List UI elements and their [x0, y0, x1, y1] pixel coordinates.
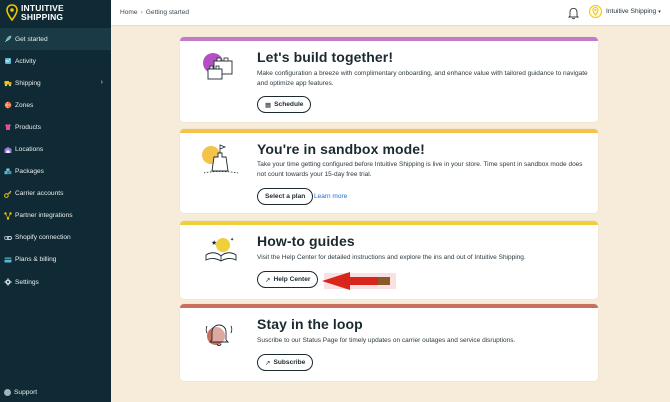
sidebar-item-label: Support — [14, 389, 38, 396]
card-title: How-to guides — [257, 233, 355, 249]
brand-logo[interactable]: INTUITIVE SHIPPING — [6, 4, 64, 22]
breadcrumb-home[interactable]: Home — [120, 9, 138, 16]
external-link-icon: ↗ — [265, 359, 271, 367]
avatar — [589, 5, 602, 18]
card-build-together: Let's build together! Make configuration… — [180, 37, 598, 122]
link-icon — [4, 235, 12, 240]
book-icon: ★ ✦ — [205, 237, 237, 262]
sidebar-nav: Get started Activity Shipping › Zones Pr… — [0, 28, 111, 293]
sidebar-item-label: Locations — [15, 146, 44, 154]
card-stripe — [180, 304, 598, 308]
sidebar-item-label: Products — [15, 123, 42, 131]
card-description: Suscribe to our Status Page for timely u… — [257, 337, 516, 344]
globe-icon — [4, 101, 12, 109]
card-stripe — [180, 129, 598, 133]
card-description: Take your time getting configured before… — [257, 161, 583, 178]
select-plan-button[interactable]: Select a plan — [257, 188, 314, 205]
bell-icon[interactable] — [567, 6, 580, 20]
sandcastle-icon — [202, 144, 239, 174]
sidebar-item-packages[interactable]: Packages — [0, 161, 111, 183]
sidebar-item-shopify-connection[interactable]: Shopify connection — [0, 227, 111, 249]
brand-name-line2: SHIPPING — [21, 12, 64, 22]
sidebar-item-products[interactable]: Products — [0, 116, 111, 138]
build-blocks-icon — [203, 53, 233, 80]
brand-name: INTUITIVE SHIPPING — [21, 4, 64, 22]
sidebar-item-label: Get started — [15, 35, 48, 43]
help-icon — [4, 389, 11, 396]
breadcrumb: Home › Getting started — [120, 9, 189, 16]
arrow-left-icon — [322, 272, 396, 290]
svg-text:✦: ✦ — [230, 237, 234, 243]
schedule-button[interactable]: ▦ Schedule — [257, 96, 312, 113]
sidebar-item-label: Settings — [15, 278, 39, 286]
chevron-right-icon: › — [100, 79, 103, 87]
button-label: Schedule — [274, 101, 304, 108]
network-icon — [4, 212, 12, 220]
card-stripe — [180, 37, 598, 41]
sidebar-item-partner-integrations[interactable]: Partner integrations — [0, 205, 111, 227]
sidebar-item-zones[interactable]: Zones — [0, 94, 111, 116]
subscribe-button[interactable]: ↗ Subscribe — [257, 354, 314, 371]
package-icon — [4, 168, 12, 174]
card-title: Let's build together! — [257, 49, 394, 65]
breadcrumb-separator-icon: › — [140, 9, 143, 16]
warehouse-icon — [4, 146, 12, 153]
card-stay-in-loop: Stay in the loop Suscribe to our Status … — [180, 304, 598, 381]
sidebar-item-activity[interactable]: Activity — [0, 50, 111, 72]
card-description: Make configuration a breeze with complim… — [257, 70, 588, 87]
card-title: You're in sandbox mode! — [257, 141, 425, 157]
sidebar-item-label: Shipping — [15, 79, 41, 87]
key-icon — [4, 190, 12, 198]
account-name: Intuitive Shipping — [606, 8, 657, 15]
sidebar-item-label: Plans & billing — [15, 256, 57, 264]
sidebar-item-label: Carrier accounts — [15, 190, 64, 198]
card-description: Visit the Help Center for detailed instr… — [257, 254, 526, 261]
button-label: Subscribe — [273, 359, 306, 366]
card-stripe — [180, 221, 598, 225]
button-label: Select a plan — [265, 193, 306, 200]
help-center-button[interactable]: ↗ Help Center — [257, 271, 319, 288]
sidebar-item-label: Partner integrations — [15, 212, 73, 220]
sidebar-item-settings[interactable]: Settings — [0, 271, 111, 293]
sidebar-item-label: Zones — [15, 101, 34, 109]
location-pin-icon — [6, 4, 18, 22]
top-bar: Home › Getting started Intuitive Shipping … — [111, 0, 670, 26]
sidebar-item-locations[interactable]: Locations — [0, 138, 111, 160]
location-pin-icon — [592, 7, 599, 16]
svg-text:★: ★ — [211, 239, 217, 247]
card-sandbox-mode: You're in sandbox mode! Take your time g… — [180, 129, 598, 213]
learn-more-link[interactable]: Learn more — [314, 193, 347, 200]
activity-icon — [5, 58, 11, 65]
sidebar-item-get-started[interactable]: Get started — [0, 28, 111, 51]
caret-down-icon: ▾ — [658, 8, 661, 15]
sidebar-item-shipping[interactable]: Shipping › — [0, 72, 111, 94]
breadcrumb-current: Getting started — [145, 9, 190, 16]
account-menu[interactable]: Intuitive Shipping ▾ — [589, 5, 661, 18]
sidebar-item-label: Shopify connection — [15, 234, 71, 242]
gear-icon — [4, 278, 12, 286]
sidebar-item-label: Activity — [15, 57, 36, 65]
button-label: Help Center — [273, 276, 311, 283]
sidebar-item-label: Packages — [15, 168, 44, 176]
card-title: Stay in the loop — [257, 316, 363, 332]
alarm-bell-icon — [205, 324, 233, 346]
billing-icon — [4, 257, 12, 263]
external-link-icon: ↗ — [265, 276, 271, 284]
truck-icon — [4, 81, 12, 87]
sidebar: INTUITIVE SHIPPING Get started Activity … — [0, 0, 111, 402]
shirt-icon — [5, 124, 11, 131]
calendar-icon: ▦ — [265, 101, 272, 109]
sidebar-item-plans-billing[interactable]: Plans & billing — [0, 249, 111, 271]
rocket-icon — [4, 35, 12, 43]
sidebar-item-carrier-accounts[interactable]: Carrier accounts — [0, 183, 111, 205]
sidebar-item-support[interactable]: Support — [4, 389, 37, 396]
